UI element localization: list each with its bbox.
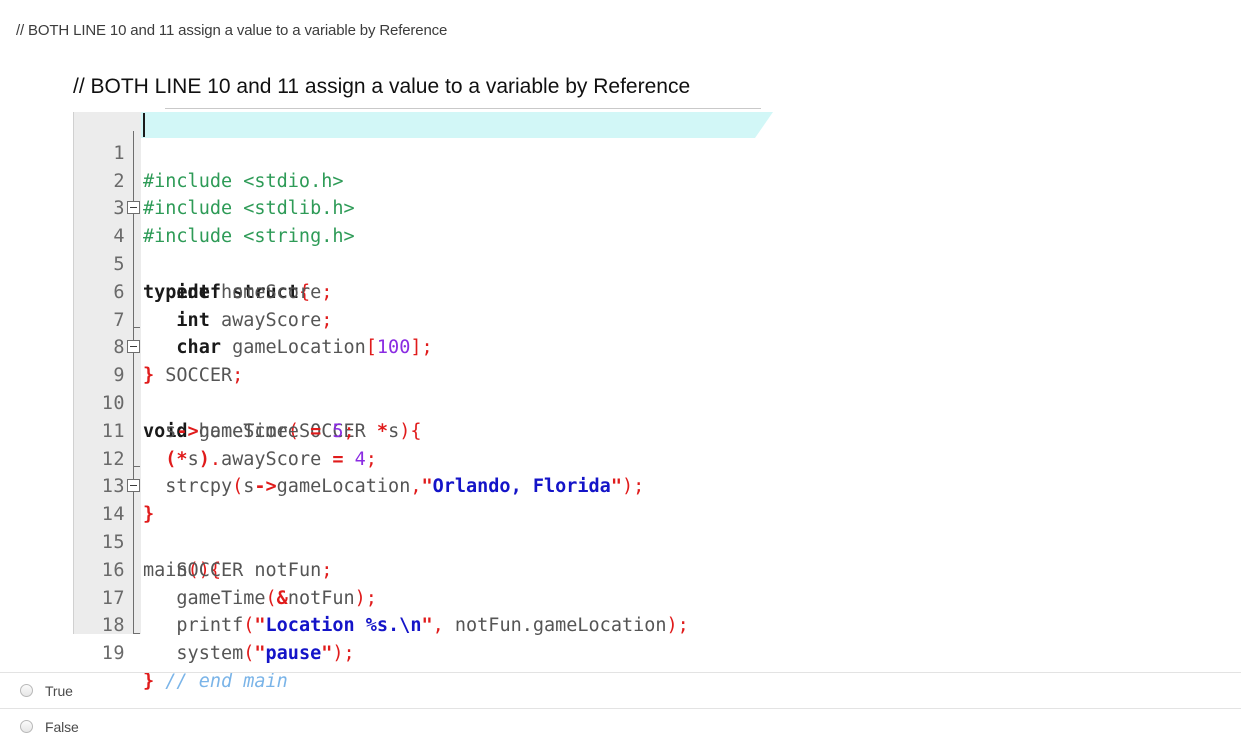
editor-top-rule (165, 108, 761, 109)
question-body-heading: // BOTH LINE 10 and 11 assign a value to… (73, 75, 691, 98)
code-line: 14 main(){ (73, 473, 773, 581)
answer-options: True False (0, 672, 1251, 744)
code-line: 18 system("pause"); (73, 585, 773, 664)
code-line: 12 strcpy(s->gameLocation,"Orlando, Flor… (73, 418, 773, 498)
code-line: 10 s->homeScore = 5; (73, 362, 773, 442)
radio-icon[interactable] (20, 684, 33, 697)
code-line: 2 #include <stdlib.h> (73, 140, 773, 220)
code-line: 6 int awayScore; (73, 251, 773, 331)
fold-toggle-icon[interactable] (127, 340, 140, 354)
code-line: 19 } // end main (73, 612, 773, 692)
radio-icon[interactable] (20, 720, 33, 733)
fold-toggle-icon[interactable] (127, 479, 140, 493)
line-number: 19 (101, 643, 125, 665)
code-line: 9 void gameTime(SOCCER *s){ (73, 334, 773, 442)
code-snippet-image: 1 #include <stdio.h> 2 #include <stdlib.… (73, 108, 773, 692)
code-line: 15 SOCCER notFun; (73, 501, 773, 581)
code-line: 7 char gameLocation[100]; (73, 279, 773, 359)
code-line: 13 } (73, 446, 773, 525)
answer-option-false[interactable]: False (0, 709, 1251, 744)
code-line-text: system("pause"); (176, 643, 355, 665)
code-line: 8 } SOCCER; (73, 307, 773, 386)
code-line: 16 gameTime(&notFun); (73, 529, 773, 609)
option-label: True (45, 682, 73, 699)
code-line: 17 printf("Location %s.\n", notFun.gameL… (73, 557, 773, 637)
code-line: 11 (*s).awayScore = 4; (73, 390, 773, 470)
question-prompt: // BOTH LINE 10 and 11 assign a value to… (16, 22, 448, 39)
code-line: 3 #include <string.h> (73, 168, 773, 247)
code-line: 5 int homeScore; (73, 223, 773, 303)
code-line: 4 typedef struct{ (73, 195, 773, 303)
fold-toggle-icon[interactable] (127, 201, 140, 215)
code-line: 1 #include <stdio.h> (73, 112, 773, 192)
option-label: False (45, 718, 79, 735)
answer-option-true[interactable]: True (0, 673, 1251, 708)
